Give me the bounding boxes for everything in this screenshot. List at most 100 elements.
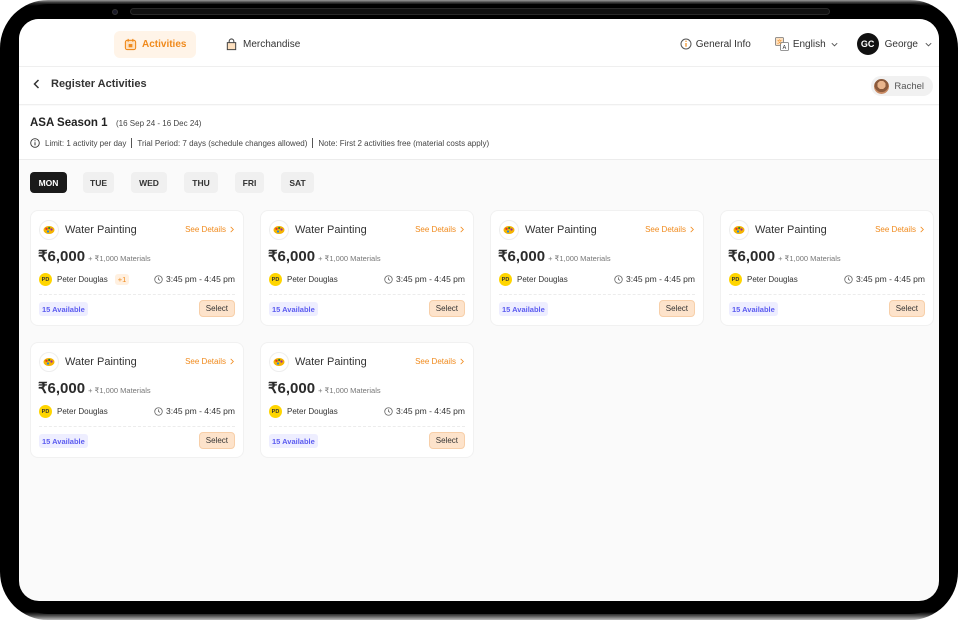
season-notes: Limit: 1 activity per day Trial Period: … — [30, 138, 489, 148]
clock-icon — [154, 274, 163, 284]
price: ₹6,000 + ₹1,000 Materials — [38, 247, 151, 265]
palette-icon — [43, 226, 55, 234]
time-range: 3:45 pm - 4:45 pm — [856, 274, 925, 284]
clock-icon — [154, 406, 163, 416]
divider — [269, 426, 465, 427]
info-icon — [30, 138, 40, 148]
see-details-label: See Details — [415, 357, 456, 366]
time-range: 3:45 pm - 4:45 pm — [626, 274, 695, 284]
tab-merchandise[interactable]: Merchandise — [215, 31, 310, 58]
top-navigation: Activities Merchandise General Info 文 A … — [19, 19, 939, 67]
tab-merchandise-label: Merchandise — [243, 39, 301, 50]
select-button[interactable]: Select — [428, 300, 465, 317]
day-tabs: MON TUE WED THU FRI SAT — [30, 172, 314, 193]
activity-avatar — [39, 352, 59, 372]
time-range: 3:45 pm - 4:45 pm — [166, 406, 235, 416]
activity-avatar — [269, 220, 289, 240]
see-details-link[interactable]: See Details — [415, 357, 465, 366]
page-title: Register Activities — [51, 78, 147, 90]
general-info-link[interactable]: General Info — [680, 38, 751, 50]
tablet-frame: Activities Merchandise General Info 文 A … — [0, 0, 958, 620]
app-screen: Activities Merchandise General Info 文 A … — [19, 19, 939, 601]
see-details-link[interactable]: See Details — [185, 225, 235, 234]
schedule-time: 3:45 pm - 4:45 pm — [844, 274, 925, 284]
instructor-avatar: PD — [39, 405, 52, 418]
palette-icon — [43, 358, 55, 366]
child-selector[interactable]: Rachel — [871, 76, 933, 96]
schedule-time: 3:45 pm - 4:45 pm — [154, 274, 235, 284]
price: ₹6,000 + ₹1,000 Materials — [38, 379, 151, 397]
instructor: PD Peter Douglas — [269, 405, 338, 418]
select-button[interactable]: Select — [888, 300, 925, 317]
chevron-right-icon — [230, 358, 234, 365]
divider — [39, 426, 235, 427]
availability-badge: 15 Available — [39, 434, 88, 448]
tab-activities[interactable]: Activities — [114, 31, 197, 58]
instructor: PD Peter Douglas — [269, 273, 338, 286]
day-tab-mon[interactable]: MON — [30, 172, 67, 193]
price: ₹6,000 + ₹1,000 Materials — [728, 247, 841, 265]
info-icon — [680, 38, 692, 50]
activity-card: Water Painting See Details ₹6,000 + ₹1,0… — [260, 210, 474, 326]
separator — [131, 138, 133, 148]
price: ₹6,000 + ₹1,000 Materials — [268, 247, 381, 265]
calendar-icon — [124, 38, 137, 51]
see-details-link[interactable]: See Details — [185, 357, 235, 366]
see-details-label: See Details — [185, 357, 226, 366]
user-menu[interactable]: GC George — [856, 33, 933, 55]
clock-icon — [384, 406, 393, 416]
note-free: Note: First 2 activities free (material … — [318, 138, 490, 148]
palette-icon — [273, 358, 285, 366]
child-avatar — [874, 78, 890, 94]
instructor-name: Peter Douglas — [57, 407, 108, 416]
back-button[interactable]: Register Activities — [31, 78, 147, 90]
day-tab-wed[interactable]: WED — [131, 172, 167, 193]
see-details-link[interactable]: See Details — [645, 225, 695, 234]
season-dates: (16 Sep 24 - 16 Dec 24) — [116, 119, 202, 128]
select-button[interactable]: Select — [198, 300, 235, 317]
price: ₹6,000 + ₹1,000 Materials — [268, 379, 381, 397]
instructor-name: Peter Douglas — [517, 275, 568, 284]
language-label: English — [792, 38, 826, 50]
see-details-link[interactable]: See Details — [415, 225, 465, 234]
schedule-time: 3:45 pm - 4:45 pm — [614, 274, 695, 284]
extra-instructors-badge[interactable]: +1 — [114, 274, 130, 285]
day-tab-fri[interactable]: FRI — [235, 172, 264, 193]
time-range: 3:45 pm - 4:45 pm — [166, 274, 235, 284]
select-button[interactable]: Select — [198, 432, 235, 449]
sensor-bar — [130, 8, 830, 15]
palette-icon — [503, 226, 515, 234]
activity-title: Water Painting — [65, 224, 137, 236]
shopping-bag-icon — [226, 38, 237, 51]
instructor-avatar: PD — [269, 273, 282, 286]
note-trial: Trial Period: 7 days (schedule changes a… — [137, 138, 308, 148]
see-details-label: See Details — [875, 225, 916, 234]
chevron-right-icon — [230, 226, 234, 233]
activity-avatar — [729, 220, 749, 240]
price-amount: ₹6,000 — [268, 248, 316, 265]
divider — [499, 294, 695, 295]
materials-cost: + ₹1,000 Materials — [88, 254, 151, 263]
schedule-time: 3:45 pm - 4:45 pm — [384, 274, 465, 284]
availability-badge: 15 Available — [269, 302, 318, 316]
price-amount: ₹6,000 — [268, 380, 316, 397]
season-info: ASA Season 1 (16 Sep 24 - 16 Dec 24) Lim… — [19, 106, 939, 160]
select-button[interactable]: Select — [428, 432, 465, 449]
chevron-right-icon — [460, 226, 464, 233]
day-tab-tue[interactable]: TUE — [83, 172, 114, 193]
price: ₹6,000 + ₹1,000 Materials — [498, 247, 611, 265]
materials-cost: + ₹1,000 Materials — [318, 254, 381, 263]
see-details-link[interactable]: See Details — [875, 225, 925, 234]
availability-badge: 15 Available — [499, 302, 548, 316]
activity-card: Water Painting See Details ₹6,000 + ₹1,0… — [260, 342, 474, 458]
instructor-name: Peter Douglas — [57, 275, 108, 284]
see-details-label: See Details — [415, 225, 456, 234]
day-tab-thu[interactable]: THU — [184, 172, 218, 193]
divider — [39, 294, 235, 295]
instructor-name: Peter Douglas — [287, 407, 338, 416]
language-selector[interactable]: 文 A English — [774, 37, 839, 51]
select-button[interactable]: Select — [658, 300, 695, 317]
activity-card: Water Painting See Details ₹6,000 + ₹1,0… — [490, 210, 704, 326]
day-tab-sat[interactable]: SAT — [281, 172, 314, 193]
activity-title: Water Painting — [525, 224, 597, 236]
